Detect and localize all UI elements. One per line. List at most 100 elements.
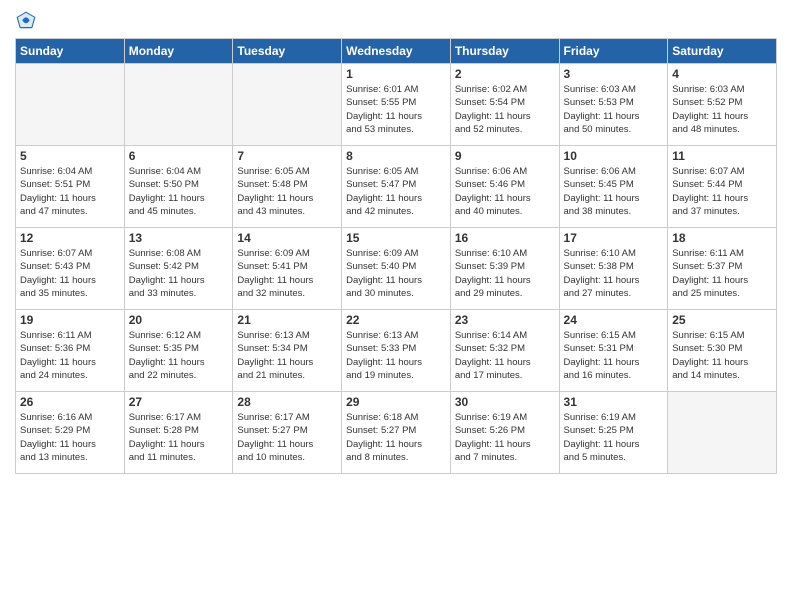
calendar-table: SundayMondayTuesdayWednesdayThursdayFrid…	[15, 38, 777, 474]
day-number: 22	[346, 313, 446, 327]
day-info: Sunrise: 6:11 AM Sunset: 5:36 PM Dayligh…	[20, 329, 120, 382]
day-number: 26	[20, 395, 120, 409]
day-info: Sunrise: 6:10 AM Sunset: 5:39 PM Dayligh…	[455, 247, 555, 300]
day-info: Sunrise: 6:04 AM Sunset: 5:51 PM Dayligh…	[20, 165, 120, 218]
weekday-header-friday: Friday	[559, 39, 668, 64]
day-cell-9: 9Sunrise: 6:06 AM Sunset: 5:46 PM Daylig…	[450, 146, 559, 228]
weekday-header-thursday: Thursday	[450, 39, 559, 64]
weekday-header-saturday: Saturday	[668, 39, 777, 64]
day-info: Sunrise: 6:03 AM Sunset: 5:53 PM Dayligh…	[564, 83, 664, 136]
day-info: Sunrise: 6:12 AM Sunset: 5:35 PM Dayligh…	[129, 329, 229, 382]
week-row-1: 1 Sunrise: 6:01 AM Sunset: 5:55 PM Daylig…	[16, 64, 777, 146]
week-row-5: 26 Sunrise: 6:16 AM Sunset: 5:29 PM Dayli…	[16, 392, 777, 474]
day-info: Sunrise: 6:19 AM Sunset: 5:26 PM Dayligh…	[455, 411, 555, 464]
day-info: Sunrise: 6:03 AM Sunset: 5:52 PM Dayligh…	[672, 83, 772, 136]
day-cell-4: 4 Sunrise: 6:03 AM Sunset: 5:52 PM Daylig…	[668, 64, 777, 146]
weekday-header-sunday: Sunday	[16, 39, 125, 64]
day-info: Sunrise: 6:13 AM Sunset: 5:34 PM Dayligh…	[237, 329, 337, 382]
day-number: 17	[564, 231, 664, 245]
day-cell-7: 7Sunrise: 6:05 AM Sunset: 5:48 PM Daylig…	[233, 146, 342, 228]
day-number: 6	[129, 149, 229, 163]
day-cell-29: 29 Sunrise: 6:18 AM Sunset: 5:27 PM Dayli…	[342, 392, 451, 474]
day-info: Sunrise: 6:04 AM Sunset: 5:50 PM Dayligh…	[129, 165, 229, 218]
day-cell-1: 1 Sunrise: 6:01 AM Sunset: 5:55 PM Daylig…	[342, 64, 451, 146]
day-cell-3: 3 Sunrise: 6:03 AM Sunset: 5:53 PM Daylig…	[559, 64, 668, 146]
day-info: Sunrise: 6:15 AM Sunset: 5:30 PM Dayligh…	[672, 329, 772, 382]
day-info: Sunrise: 6:17 AM Sunset: 5:28 PM Dayligh…	[129, 411, 229, 464]
day-cell-5: 5 Sunrise: 6:04 AM Sunset: 5:51 PM Daylig…	[16, 146, 125, 228]
day-cell-28: 28 Sunrise: 6:17 AM Sunset: 5:27 PM Dayli…	[233, 392, 342, 474]
day-number: 14	[237, 231, 337, 245]
day-number: 21	[237, 313, 337, 327]
day-cell-10: 10 Sunrise: 6:06 AM Sunset: 5:45 PM Dayli…	[559, 146, 668, 228]
day-info: Sunrise: 6:11 AM Sunset: 5:37 PM Dayligh…	[672, 247, 772, 300]
day-cell-8: 8 Sunrise: 6:05 AM Sunset: 5:47 PM Daylig…	[342, 146, 451, 228]
day-number: 15	[346, 231, 446, 245]
day-cell-14: 14 Sunrise: 6:09 AM Sunset: 5:41 PM Dayli…	[233, 228, 342, 310]
logo	[15, 10, 41, 32]
day-info: Sunrise: 6:10 AM Sunset: 5:38 PM Dayligh…	[564, 247, 664, 300]
day-info: Sunrise: 6:14 AM Sunset: 5:32 PM Dayligh…	[455, 329, 555, 382]
day-cell-15: 15 Sunrise: 6:09 AM Sunset: 5:40 PM Dayli…	[342, 228, 451, 310]
day-info: Sunrise: 6:09 AM Sunset: 5:40 PM Dayligh…	[346, 247, 446, 300]
day-cell-13: 13 Sunrise: 6:08 AM Sunset: 5:42 PM Dayli…	[124, 228, 233, 310]
day-number: 3	[564, 67, 664, 81]
day-cell-20: 20 Sunrise: 6:12 AM Sunset: 5:35 PM Dayli…	[124, 310, 233, 392]
day-info: Sunrise: 6:06 AM Sunset: 5:45 PM Dayligh…	[564, 165, 664, 218]
day-number: 25	[672, 313, 772, 327]
day-cell-18: 18 Sunrise: 6:11 AM Sunset: 5:37 PM Dayli…	[668, 228, 777, 310]
day-info: Sunrise: 6:06 AM Sunset: 5:46 PM Dayligh…	[455, 165, 555, 218]
day-info: Sunrise: 6:13 AM Sunset: 5:33 PM Dayligh…	[346, 329, 446, 382]
day-cell-16: 16 Sunrise: 6:10 AM Sunset: 5:39 PM Dayli…	[450, 228, 559, 310]
day-cell-11: 11Sunrise: 6:07 AM Sunset: 5:44 PM Dayli…	[668, 146, 777, 228]
day-cell-31: 31 Sunrise: 6:19 AM Sunset: 5:25 PM Dayli…	[559, 392, 668, 474]
day-number: 18	[672, 231, 772, 245]
day-number: 12	[20, 231, 120, 245]
day-info: Sunrise: 6:17 AM Sunset: 5:27 PM Dayligh…	[237, 411, 337, 464]
day-number: 8	[346, 149, 446, 163]
day-number: 20	[129, 313, 229, 327]
empty-cell	[668, 392, 777, 474]
day-info: Sunrise: 6:16 AM Sunset: 5:29 PM Dayligh…	[20, 411, 120, 464]
weekday-header-wednesday: Wednesday	[342, 39, 451, 64]
day-number: 7	[237, 149, 337, 163]
empty-cell	[16, 64, 125, 146]
empty-cell	[233, 64, 342, 146]
day-number: 27	[129, 395, 229, 409]
week-row-2: 5 Sunrise: 6:04 AM Sunset: 5:51 PM Daylig…	[16, 146, 777, 228]
day-number: 13	[129, 231, 229, 245]
day-cell-12: 12Sunrise: 6:07 AM Sunset: 5:43 PM Dayli…	[16, 228, 125, 310]
day-cell-21: 21 Sunrise: 6:13 AM Sunset: 5:34 PM Dayli…	[233, 310, 342, 392]
empty-cell	[124, 64, 233, 146]
day-info: Sunrise: 6:01 AM Sunset: 5:55 PM Dayligh…	[346, 83, 446, 136]
day-number: 28	[237, 395, 337, 409]
weekday-header-monday: Monday	[124, 39, 233, 64]
day-number: 19	[20, 313, 120, 327]
day-info: Sunrise: 6:18 AM Sunset: 5:27 PM Dayligh…	[346, 411, 446, 464]
day-cell-27: 27 Sunrise: 6:17 AM Sunset: 5:28 PM Dayli…	[124, 392, 233, 474]
day-number: 16	[455, 231, 555, 245]
day-info: Sunrise: 6:09 AM Sunset: 5:41 PM Dayligh…	[237, 247, 337, 300]
day-cell-22: 22 Sunrise: 6:13 AM Sunset: 5:33 PM Dayli…	[342, 310, 451, 392]
day-info: Sunrise: 6:19 AM Sunset: 5:25 PM Dayligh…	[564, 411, 664, 464]
day-number: 29	[346, 395, 446, 409]
page: SundayMondayTuesdayWednesdayThursdayFrid…	[0, 0, 792, 612]
day-number: 5	[20, 149, 120, 163]
week-row-3: 12Sunrise: 6:07 AM Sunset: 5:43 PM Dayli…	[16, 228, 777, 310]
day-number: 31	[564, 395, 664, 409]
day-info: Sunrise: 6:08 AM Sunset: 5:42 PM Dayligh…	[129, 247, 229, 300]
week-row-4: 19 Sunrise: 6:11 AM Sunset: 5:36 PM Dayli…	[16, 310, 777, 392]
day-number: 10	[564, 149, 664, 163]
day-info: Sunrise: 6:15 AM Sunset: 5:31 PM Dayligh…	[564, 329, 664, 382]
day-info: Sunrise: 6:07 AM Sunset: 5:44 PM Dayligh…	[672, 165, 772, 218]
day-cell-25: 25 Sunrise: 6:15 AM Sunset: 5:30 PM Dayli…	[668, 310, 777, 392]
day-number: 23	[455, 313, 555, 327]
header	[15, 10, 777, 32]
weekday-header-row: SundayMondayTuesdayWednesdayThursdayFrid…	[16, 39, 777, 64]
day-number: 1	[346, 67, 446, 81]
day-number: 4	[672, 67, 772, 81]
weekday-header-tuesday: Tuesday	[233, 39, 342, 64]
day-info: Sunrise: 6:05 AM Sunset: 5:47 PM Dayligh…	[346, 165, 446, 218]
day-cell-24: 24Sunrise: 6:15 AM Sunset: 5:31 PM Dayli…	[559, 310, 668, 392]
day-number: 30	[455, 395, 555, 409]
